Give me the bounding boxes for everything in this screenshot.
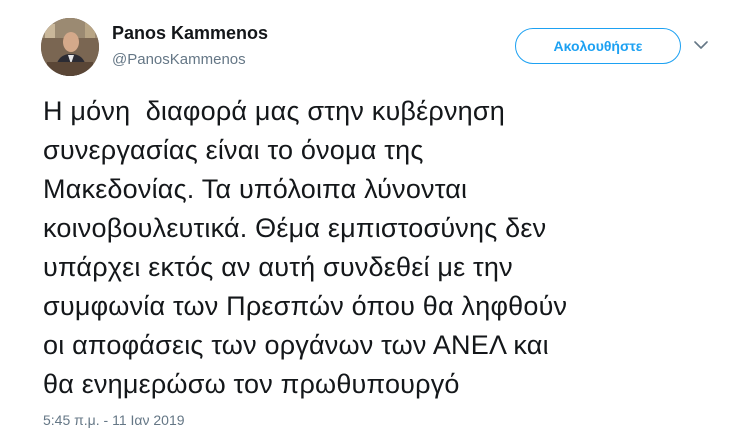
tweet-text-line: θα ενημερώσω τον πρωθυπουργό <box>43 369 460 399</box>
tweet-text-line: υπάρχει εκτός αν αυτή συνδεθεί με την <box>43 252 513 282</box>
avatar[interactable] <box>41 18 99 76</box>
screen-name[interactable]: @PanosKammenos <box>112 51 246 68</box>
profile-photo-icon <box>41 18 99 76</box>
tweet-text-line: συνεργασίας είναι το όνομα της <box>43 135 424 165</box>
chevron-down-icon <box>694 40 708 49</box>
tweet-text-line: οι αποφάσεις των οργάνων των ΑΝΕΛ και <box>43 330 549 360</box>
more-options-button[interactable] <box>691 38 711 52</box>
tweet-text: Η μόνη διαφορά μας στην κυβέρνηση συνεργ… <box>43 92 713 404</box>
tweet-timestamp[interactable]: 5:45 π.μ. - 11 Ιαν 2019 <box>43 412 185 428</box>
tweet-card: Panos Kammenos @PanosKammenos Ακολουθήστ… <box>0 0 735 438</box>
follow-button[interactable]: Ακολουθήστε <box>515 28 681 64</box>
display-name[interactable]: Panos Kammenos <box>112 23 268 44</box>
tweet-text-line: Η μόνη διαφορά μας στην κυβέρνηση <box>43 96 505 126</box>
tweet-text-line: συμφωνία των Πρεσπών όπου θα ληφθούν <box>43 291 568 321</box>
tweet-text-line: Μακεδονίας. Τα υπόλοιπα λύνονται <box>43 174 468 204</box>
tweet-text-line: κοινοβουλευτικά. Θέμα εμπιστοσύνης δεν <box>43 213 547 243</box>
